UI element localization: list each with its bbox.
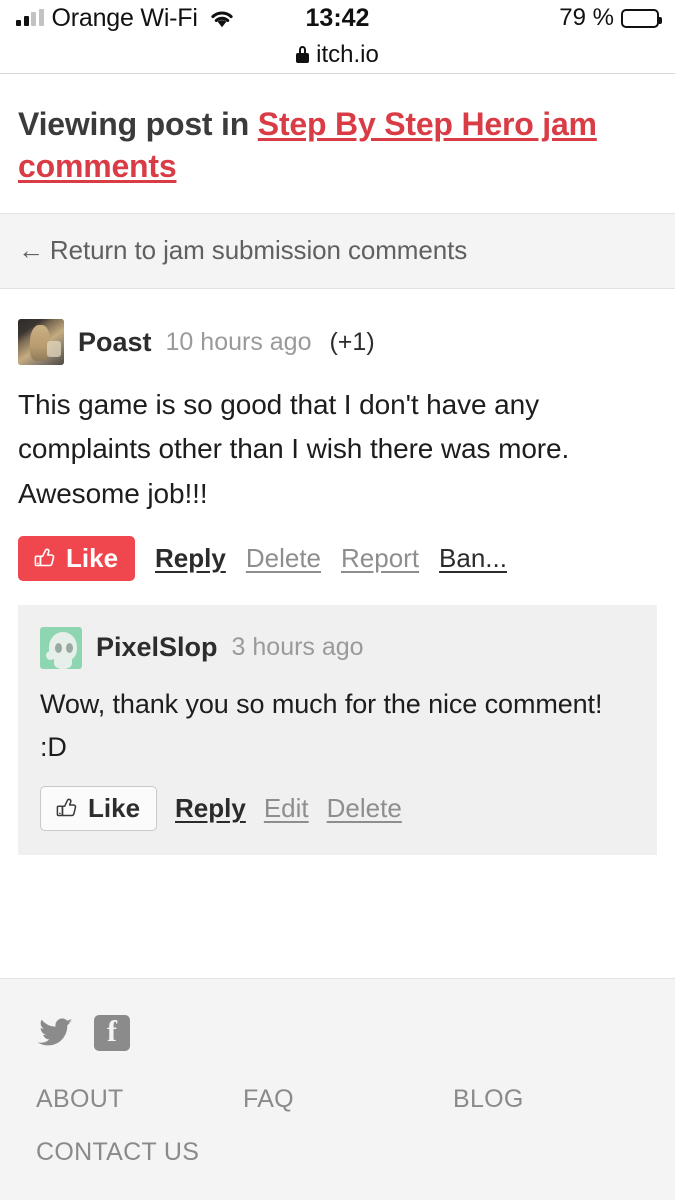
skull-avatar[interactable] (40, 626, 82, 669)
status-bar-right: 79 % (559, 4, 662, 32)
delete-link[interactable]: Delete (246, 543, 321, 574)
battery-icon (621, 8, 662, 28)
comment-header: Poast 10 hours ago (+1) (18, 319, 657, 366)
battery-percent-label: 79 % (559, 4, 614, 31)
footer-link-faq[interactable]: FAQ (243, 1085, 453, 1114)
reply-timestamp: 3 hours ago (231, 633, 364, 662)
like-button[interactable]: Like (18, 535, 136, 581)
comment-score: (+1) (329, 327, 375, 356)
page-title-prefix: Viewing post in (18, 106, 258, 142)
reply-author[interactable]: PixelSlop (96, 632, 218, 663)
comment-body: This game is so good that I don't have a… (18, 389, 570, 509)
lock-icon (296, 46, 310, 63)
comment-item: Poast 10 hours ago (+1) This game is so … (18, 319, 657, 856)
footer-links-row-2: CONTACT US (36, 1138, 639, 1167)
reply-item: PixelSlop 3 hours ago Wow, thank you so … (18, 604, 657, 856)
comment-timestamp: 10 hours ago (165, 327, 312, 356)
left-arrow-icon: ← (18, 235, 44, 266)
thumbs-up-icon (33, 546, 57, 570)
dog-photo-avatar[interactable] (18, 319, 64, 366)
footer-link-contact-us[interactable]: CONTACT US (36, 1138, 243, 1167)
reply-actions: Like Reply Edit Delete (40, 786, 635, 832)
comment-list: Poast 10 hours ago (+1) This game is so … (0, 289, 675, 856)
comment-actions: Like Reply Delete Report Ban... (18, 535, 657, 581)
status-bar: Orange Wi-Fi 13:42 79 % (0, 0, 675, 36)
return-to-jam-link[interactable]: ← Return to jam submission comments (18, 235, 467, 265)
facebook-icon[interactable] (94, 1015, 130, 1051)
footer-links-row-1: ABOUT FAQ BLOG (36, 1085, 639, 1114)
page-root: Orange Wi-Fi 13:42 79 % itch.io Viewing … (0, 0, 675, 1200)
signal-bars-icon (16, 9, 44, 26)
status-bar-left: Orange Wi-Fi (16, 4, 235, 33)
ban-link[interactable]: Ban... (439, 543, 507, 574)
reply-link[interactable]: Reply (155, 543, 226, 574)
reply-delete-link[interactable]: Delete (327, 793, 402, 824)
page-header: Viewing post in Step By Step Hero jam co… (0, 74, 675, 214)
reply-body: Wow, thank you so much for the nice comm… (40, 688, 603, 762)
twitter-icon[interactable] (36, 1017, 74, 1049)
wifi-icon (209, 9, 235, 28)
url-label: itch.io (316, 40, 379, 68)
return-bar[interactable]: ← Return to jam submission comments (0, 213, 675, 290)
report-link[interactable]: Report (341, 543, 419, 574)
site-footer: ABOUT FAQ BLOG CONTACT US (0, 978, 675, 1200)
footer-link-about[interactable]: ABOUT (36, 1085, 243, 1114)
page-title: Viewing post in Step By Step Hero jam co… (18, 104, 657, 187)
thumbs-up-icon (55, 796, 79, 820)
footer-link-blog[interactable]: BLOG (453, 1085, 524, 1114)
reply-header: PixelSlop 3 hours ago (40, 626, 635, 669)
reply-like-button-label: Like (88, 793, 141, 824)
carrier-label: Orange Wi-Fi (51, 3, 198, 32)
comment-author[interactable]: Poast (78, 327, 152, 358)
url-bar[interactable]: itch.io (0, 36, 675, 74)
social-links (36, 1015, 639, 1051)
reply-like-button[interactable]: Like (40, 786, 158, 832)
reply-reply-link[interactable]: Reply (175, 793, 246, 824)
like-button-label: Like (66, 542, 119, 573)
reply-edit-link[interactable]: Edit (264, 793, 309, 824)
return-link-label: Return to jam submission comments (49, 235, 468, 266)
